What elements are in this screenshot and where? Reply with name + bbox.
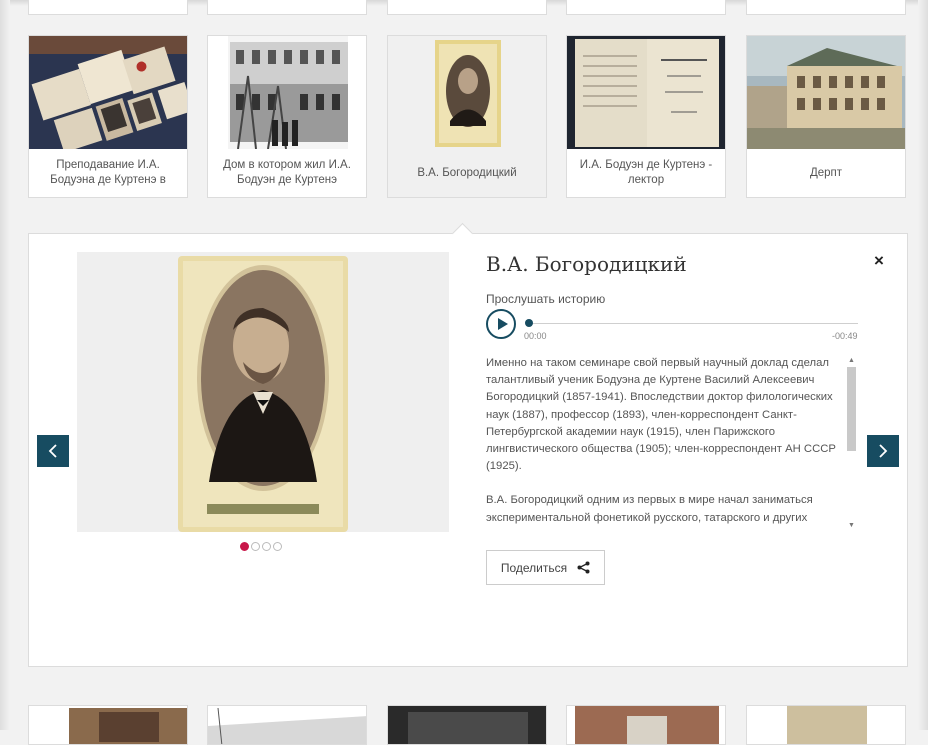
card-thumbnail [388,706,546,744]
play-icon [497,318,508,330]
pagination-dot[interactable] [262,542,271,551]
next-arrow-button[interactable] [867,435,899,467]
story-text: Именно на таком семинаре свой первый нау… [486,355,841,533]
story-card-selected[interactable]: В.А. Богородицкий [387,35,547,198]
previous-row-card[interactable] [387,0,547,15]
frame-shadow [0,0,10,730]
story-card[interactable]: Дерпт [746,35,906,198]
card-thumbnail [747,706,905,744]
audio-remaining-time: -00:49 [832,331,858,341]
frame-shadow [918,0,928,730]
previous-row-card[interactable] [207,0,367,15]
story-paragraph: Именно на таком семинаре свой первый нау… [486,357,836,473]
next-row-card[interactable] [207,705,367,745]
next-row-card[interactable] [28,705,188,745]
next-row-card[interactable] [387,705,547,745]
card-thumbnail [567,36,725,149]
card-thumbnail [747,36,905,149]
listen-label: Прослушать историю [486,292,606,306]
story-card[interactable]: Дом в котором жил И.А. Бодуэн де Куртенэ [207,35,367,198]
portrait-photo [77,252,449,532]
previous-row-card[interactable] [566,0,726,15]
story-card[interactable]: И.А. Бодуэн де Куртенэ - лектор [566,35,726,198]
card-caption: Преподавание И.А. Бодуэна де Куртенэ в [50,159,166,186]
gallery-pagination [240,542,282,551]
previous-row-card[interactable] [28,0,188,15]
share-icon [577,561,590,574]
audio-current-time: 00:00 [524,331,547,341]
audio-progress-handle[interactable] [525,319,533,327]
card-thumbnail [29,706,187,744]
previous-row-card[interactable] [746,0,906,15]
close-icon[interactable]: × [870,252,888,270]
story-card[interactable]: Преподавание И.А. Бодуэна де Куртенэ в [28,35,188,198]
card-caption: И.А. Бодуэн де Куртенэ - лектор [579,159,713,186]
chevron-left-icon [48,444,57,458]
story-paragraph: В.А. Богородицкий одним из первых в мире… [486,494,813,524]
card-thumbnail [388,36,546,149]
card-thumbnail [208,706,366,744]
photo-gallery [77,252,449,532]
scrollbar-thumb[interactable] [847,367,856,451]
scroll-down-icon[interactable]: ▼ [848,522,855,529]
pagination-dot[interactable] [251,542,260,551]
card-thumbnail [567,706,725,744]
share-button[interactable]: Поделиться [486,550,605,585]
play-button[interactable] [486,309,516,339]
text-scrollbar[interactable]: ▲ ▼ [846,355,858,533]
card-caption: Дерпт [809,166,843,179]
card-caption: В.А. Богородицкий [417,166,517,179]
pagination-dot[interactable] [273,542,282,551]
scroll-up-icon[interactable]: ▲ [848,357,855,364]
share-label: Поделиться [500,560,568,575]
next-row-card[interactable] [566,705,726,745]
chevron-right-icon [879,444,888,458]
card-caption: Дом в котором жил И.А. Бодуэн де Куртенэ [223,159,351,186]
card-thumbnail [208,36,366,149]
next-row-card[interactable] [746,705,906,745]
card-thumbnail [29,36,187,149]
story-title: В.А. Богородицкий [486,252,687,276]
pagination-dot-active[interactable] [240,542,249,551]
audio-progress-track[interactable] [527,323,858,324]
previous-arrow-button[interactable] [37,435,69,467]
